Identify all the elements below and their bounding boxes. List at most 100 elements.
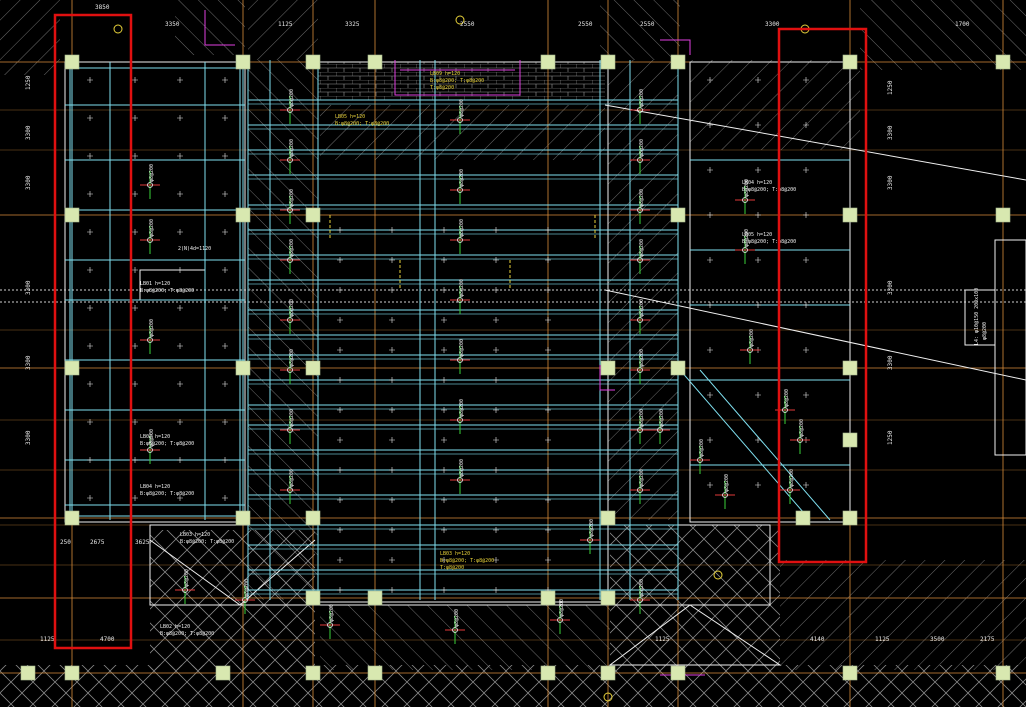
svg-text:φ8@200: φ8@200: [639, 409, 645, 427]
column-37: [540, 665, 556, 681]
svg-text:φ8@200: φ8@200: [639, 469, 645, 487]
column-9: [64, 207, 80, 223]
note-bottom-left-1: LB02 h=120: [160, 624, 190, 630]
svg-text:φ8@200: φ8@200: [639, 299, 645, 317]
column-8: [995, 54, 1011, 70]
note-right-b-2: B:φ8@200; T:φ8@200: [742, 239, 796, 245]
note-top-center-1: LB09 h=120: [430, 71, 460, 77]
svg-text:φ8@200: φ8@200: [289, 139, 295, 157]
note-right-a-1: LB04 h=120: [742, 180, 772, 186]
cross-mark-12: [87, 191, 93, 197]
cross-mark-20: [87, 267, 93, 273]
column-28: [367, 590, 383, 606]
cross-mark-8: [87, 153, 93, 159]
cross-mark-97: [545, 497, 551, 503]
cross-mark-102: [545, 527, 551, 533]
note-left-a-1: LB01 h=120: [140, 281, 170, 287]
dim-top-left: 3850: [95, 4, 110, 11]
dim-bottom-right-3: 3500: [930, 636, 945, 643]
cross-mark-110: [441, 587, 447, 593]
dim-right-3: 3300: [887, 280, 894, 295]
column-14: [995, 207, 1011, 223]
dim-right-0: 1250: [887, 80, 894, 95]
svg-text:φ8@200: φ8@200: [149, 319, 155, 337]
cross-mark-59: [389, 287, 395, 293]
cross-mark-23: [222, 267, 228, 273]
svg-text:φ8@200: φ8@200: [459, 339, 465, 357]
cross-mark-28: [87, 343, 93, 349]
note-left-stair: 2(N)4d=1120: [178, 246, 211, 252]
rebar-symbol-31: φ8@200: [790, 419, 810, 454]
cross-mark-96: [493, 497, 499, 503]
column-27: [305, 590, 321, 606]
svg-text:φ8@200: φ8@200: [639, 579, 645, 597]
cross-mark-107: [545, 557, 551, 563]
cross-mark-61: [493, 287, 499, 293]
cross-mark-64: [389, 317, 395, 323]
cross-mark-43: [222, 457, 228, 463]
column-18: [600, 360, 616, 376]
dim-left-1: 3300: [25, 125, 32, 140]
cross-mark-33: [132, 381, 138, 387]
column-3: [367, 54, 383, 70]
cross-mark-17: [132, 229, 138, 235]
note-bottom-center-3: T:φ8@200: [440, 565, 464, 571]
cross-mark-87: [545, 437, 551, 443]
svg-text:φ8@200: φ8@200: [784, 389, 790, 407]
rebar-symbol-33: φ8@200: [690, 439, 710, 474]
column-21: [64, 510, 80, 526]
svg-text:φ8@200: φ8@200: [639, 349, 645, 367]
column-40: [842, 665, 858, 681]
cross-mark-68: [337, 347, 343, 353]
svg-text:φ8@200: φ8@200: [329, 604, 335, 622]
dim-bottom-left-0: 1125: [40, 636, 55, 643]
dim-right-2: 3300: [887, 175, 894, 190]
cross-mark-100: [441, 527, 447, 533]
cross-mark-126: [755, 257, 761, 263]
cross-mark-52: [545, 227, 551, 233]
dim-bottom-left-sub-0: 250: [60, 539, 71, 546]
cross-mark-82: [545, 407, 551, 413]
cross-mark-133: [803, 347, 809, 353]
note-upper-center-1: LB05 h=120: [335, 114, 365, 120]
svg-text:φ8@200: φ8@200: [289, 299, 295, 317]
svg-text:φ8@200: φ8@200: [639, 239, 645, 257]
cross-mark-89: [389, 467, 395, 473]
dim-right-4: 3300: [887, 355, 894, 370]
cross-mark-10: [177, 153, 183, 159]
rebar-symbol-20: φ8@200: [450, 339, 470, 374]
cross-mark-5: [132, 115, 138, 121]
dim-top-7: 1700: [955, 21, 970, 28]
cross-mark-13: [132, 191, 138, 197]
cross-mark-123: [755, 212, 761, 218]
column-22: [235, 510, 251, 526]
cross-mark-53: [337, 257, 343, 263]
cross-mark-15: [222, 191, 228, 197]
dim-bottom-right-0: 1125: [655, 636, 670, 643]
note-left-d-2: B:φ8@200; T:φ8@200: [180, 539, 234, 545]
cross-mark-55: [441, 257, 447, 263]
note-left-d-1: LB03 h=120: [180, 532, 210, 538]
rebar-symbol-23: φ8@200: [140, 164, 160, 199]
svg-text:φ8@200: φ8@200: [799, 419, 805, 437]
cross-mark-42: [177, 457, 183, 463]
cross-mark-142: [803, 482, 809, 488]
cross-mark-122: [707, 212, 713, 218]
svg-text:φ8@200: φ8@200: [184, 569, 190, 587]
dim-top-4: 2550: [578, 21, 593, 28]
svg-text:φ8@200: φ8@200: [749, 329, 755, 347]
column-4: [540, 54, 556, 70]
column-17: [305, 360, 321, 376]
cross-mark-103: [337, 557, 343, 563]
dim-left-2: 3300: [25, 175, 32, 190]
note-left-b-1: LB02 h=120: [140, 434, 170, 440]
axis-bubble-0: [113, 24, 123, 34]
cross-mark-3: [222, 77, 228, 83]
dim-bottom-left-sub-2: 3625: [135, 539, 150, 546]
cad-viewport[interactable]: φ8@200 φ8@200 φ8@200 φ8@200 φ8@200 φ8@200 φ8@2…: [0, 0, 1026, 707]
column-33: [64, 665, 80, 681]
structural-floor-plan[interactable]: φ8@200 φ8@200 φ8@200 φ8@200 φ8@200 φ8@200 φ8@2…: [0, 0, 1026, 707]
cross-mark-18: [177, 229, 183, 235]
cross-mark-127: [803, 257, 809, 263]
cross-mark-30: [177, 343, 183, 349]
